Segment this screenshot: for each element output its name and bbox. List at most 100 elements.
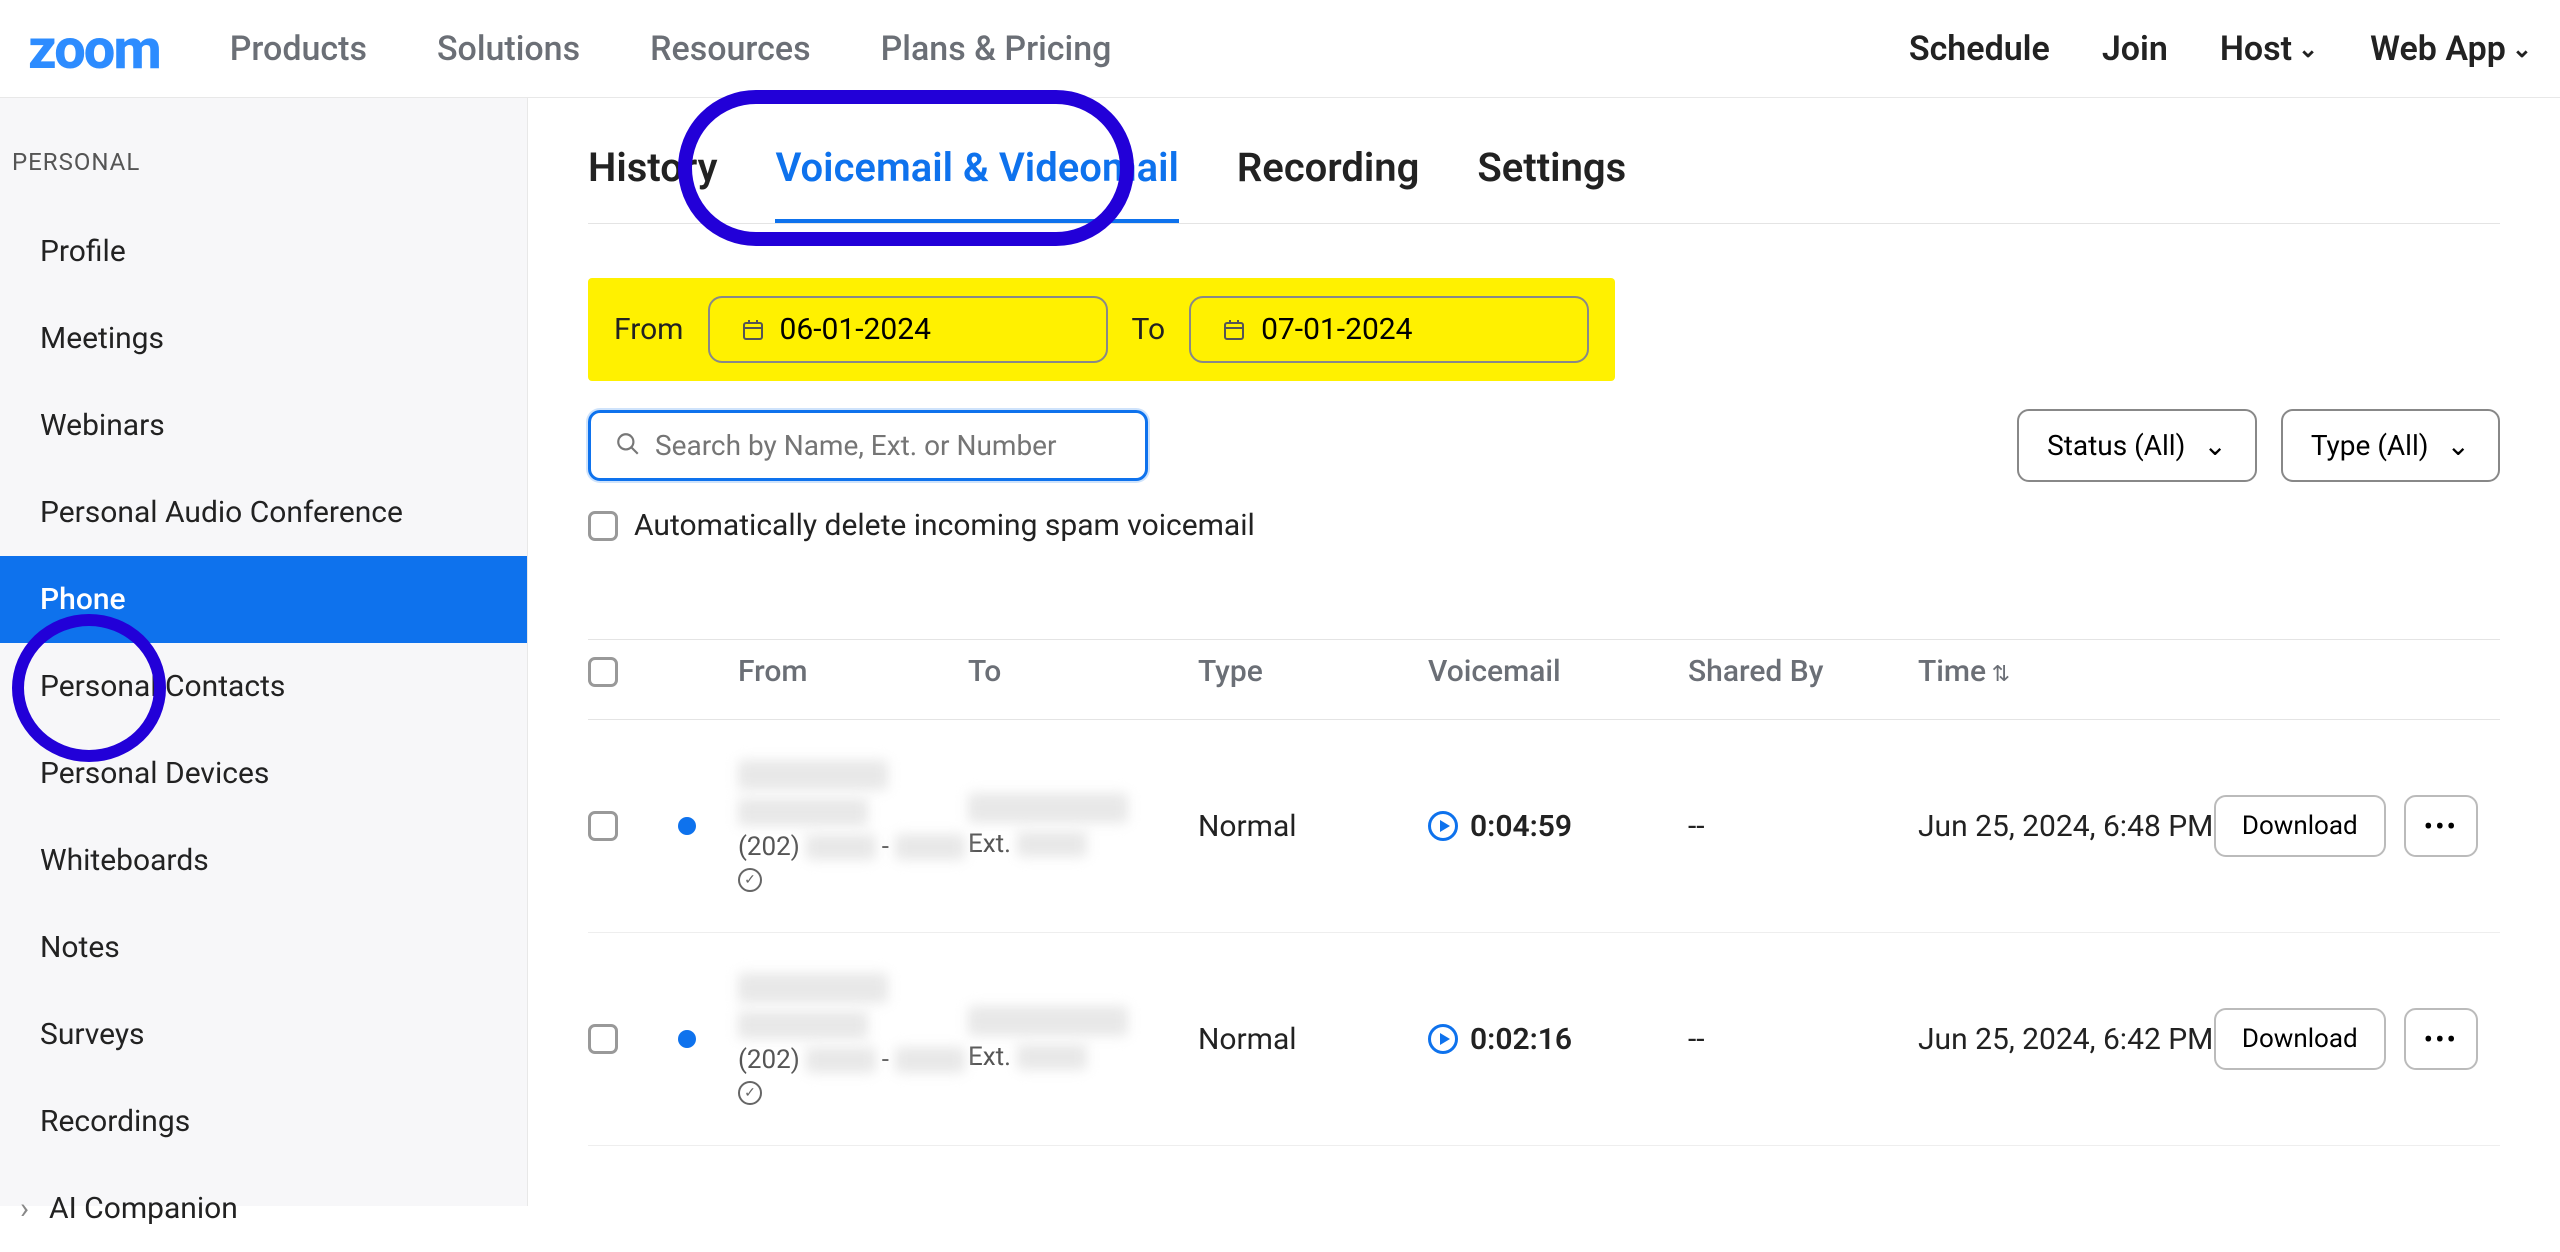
auto-delete-label: Automatically delete incoming spam voice… <box>634 508 1255 543</box>
top-nav: zoom Products Solutions Resources Plans … <box>0 0 2560 98</box>
unread-indicator <box>678 817 696 835</box>
sidebar-item-notes[interactable]: Notes <box>0 904 527 991</box>
tab-recording[interactable]: Recording <box>1237 144 1419 223</box>
sidebar-item-whiteboards[interactable]: Whiteboards <box>0 817 527 904</box>
cell-type: Normal <box>1198 1022 1428 1057</box>
cell-time: Jun 25, 2024, 6:48 PM <box>1918 809 2238 844</box>
redacted-name <box>738 798 868 826</box>
calendar-icon <box>1221 317 1247 343</box>
sidebar-section-label: PERSONAL <box>0 148 527 176</box>
more-actions-button[interactable]: ••• <box>2404 1008 2478 1070</box>
tab-settings[interactable]: Settings <box>1477 144 1626 223</box>
redacted-number <box>895 834 965 860</box>
type-filter-dropdown[interactable]: Type (All) ⌄ <box>2281 409 2500 482</box>
to-label: To <box>1132 312 1166 347</box>
cell-time: Jun 25, 2024, 6:42 PM <box>1918 1022 2238 1057</box>
auto-delete-row: Automatically delete incoming spam voice… <box>588 508 2500 543</box>
sidebar-item-phone[interactable]: Phone <box>0 556 527 643</box>
nav-schedule[interactable]: Schedule <box>1909 29 2050 69</box>
redacted-name <box>738 760 888 790</box>
download-button[interactable]: Download <box>2214 795 2386 857</box>
chevron-down-icon: ⌄ <box>2203 429 2226 462</box>
redacted-ext <box>1017 831 1087 857</box>
table-header: From To Type Voicemail Shared By Time <box>588 639 2500 720</box>
from-date-value: 06-01-2024 <box>780 312 931 347</box>
sidebar-item-personal-devices[interactable]: Personal Devices <box>0 730 527 817</box>
download-button[interactable]: Download <box>2214 1008 2386 1070</box>
nav-join[interactable]: Join <box>2102 29 2168 69</box>
sidebar-item-surveys[interactable]: Surveys <box>0 991 527 1078</box>
filter-row: Status (All) ⌄ Type (All) ⌄ <box>588 409 2500 482</box>
col-time[interactable]: Time <box>1918 654 2238 689</box>
row-checkbox[interactable] <box>588 1024 618 1054</box>
from-date-input[interactable]: 06-01-2024 <box>708 296 1108 363</box>
sidebar: PERSONAL Profile Meetings Webinars Perso… <box>0 98 528 1206</box>
voicemail-play[interactable]: 0:04:59 <box>1428 809 1688 844</box>
sidebar-item-ai-companion[interactable]: AI Companion <box>0 1165 527 1252</box>
row-actions: Download ••• <box>2238 1008 2478 1070</box>
redacted-name <box>968 793 1128 823</box>
cell-shared-by: -- <box>1688 1022 1918 1057</box>
cell-shared-by: -- <box>1688 809 1918 844</box>
verified-icon <box>738 1081 762 1105</box>
tab-voicemail-videomail[interactable]: Voicemail & Videomail <box>775 144 1178 223</box>
status-filter-dropdown[interactable]: Status (All) ⌄ <box>2017 409 2257 482</box>
date-range-row: From 06-01-2024 To 07-01-2024 <box>588 278 1615 381</box>
verified-icon <box>738 868 762 892</box>
redacted-number <box>895 1047 965 1073</box>
redacted-number <box>806 1047 876 1073</box>
sidebar-item-profile[interactable]: Profile <box>0 208 527 295</box>
content: History Voicemail & Videomail Recording … <box>528 98 2560 1206</box>
sidebar-item-webinars[interactable]: Webinars <box>0 382 527 469</box>
col-shared-by[interactable]: Shared By <box>1688 654 1918 689</box>
nav-resources[interactable]: Resources <box>650 29 810 69</box>
search-icon <box>615 431 641 461</box>
tab-bar: History Voicemail & Videomail Recording … <box>588 144 2500 224</box>
play-icon <box>1428 1024 1458 1054</box>
chevron-down-icon: ⌄ <box>2447 429 2470 462</box>
nav-products[interactable]: Products <box>230 29 367 69</box>
col-from[interactable]: From <box>738 654 968 689</box>
row-checkbox[interactable] <box>588 811 618 841</box>
to-date-value: 07-01-2024 <box>1261 312 1412 347</box>
more-actions-button[interactable]: ••• <box>2404 795 2478 857</box>
cell-to: Ext. <box>968 1006 1198 1072</box>
topnav-left: Products Solutions Resources Plans & Pri… <box>230 29 1112 69</box>
main-region: PERSONAL Profile Meetings Webinars Perso… <box>0 98 2560 1206</box>
calendar-icon <box>740 317 766 343</box>
from-label: From <box>614 312 684 347</box>
redacted-name <box>738 973 888 1003</box>
to-date-input[interactable]: 07-01-2024 <box>1189 296 1589 363</box>
redacted-number <box>806 834 876 860</box>
unread-indicator <box>678 1030 696 1048</box>
col-type[interactable]: Type <box>1198 654 1428 689</box>
cell-to: Ext. <box>968 793 1198 859</box>
nav-host[interactable]: Host⌄ <box>2220 29 2318 69</box>
nav-plans-pricing[interactable]: Plans & Pricing <box>881 29 1112 69</box>
voicemail-table: From To Type Voicemail Shared By Time (2… <box>588 639 2500 1146</box>
cell-from: (202) - <box>738 973 968 1105</box>
sidebar-item-recordings[interactable]: Recordings <box>0 1078 527 1165</box>
sidebar-item-personal-contacts[interactable]: Personal Contacts <box>0 643 527 730</box>
row-actions: Download ••• <box>2238 795 2478 857</box>
nav-solutions[interactable]: Solutions <box>437 29 580 69</box>
auto-delete-checkbox[interactable] <box>588 511 618 541</box>
tab-history[interactable]: History <box>588 144 717 223</box>
col-to[interactable]: To <box>968 654 1198 689</box>
zoom-logo[interactable]: zoom <box>28 16 160 82</box>
table-row: (202) - Ext. Normal 0:02:16 -- Jun 25, 2… <box>588 933 2500 1146</box>
nav-webapp[interactable]: Web App⌄ <box>2370 29 2532 69</box>
table-row: (202) - Ext. Normal 0:04:59 -- Jun 25, 2… <box>588 720 2500 933</box>
search-input[interactable] <box>655 429 1121 462</box>
cell-from: (202) - <box>738 760 968 892</box>
sidebar-item-meetings[interactable]: Meetings <box>0 295 527 382</box>
redacted-ext <box>1017 1044 1087 1070</box>
col-voicemail[interactable]: Voicemail <box>1428 654 1688 689</box>
voicemail-play[interactable]: 0:02:16 <box>1428 1022 1688 1057</box>
topnav-right: Schedule Join Host⌄ Web App⌄ <box>1909 29 2532 69</box>
redacted-name <box>968 1006 1128 1036</box>
sidebar-item-personal-audio-conference[interactable]: Personal Audio Conference <box>0 469 527 556</box>
search-box[interactable] <box>588 410 1148 481</box>
chevron-down-icon: ⌄ <box>2298 35 2318 63</box>
select-all-checkbox[interactable] <box>588 657 618 687</box>
